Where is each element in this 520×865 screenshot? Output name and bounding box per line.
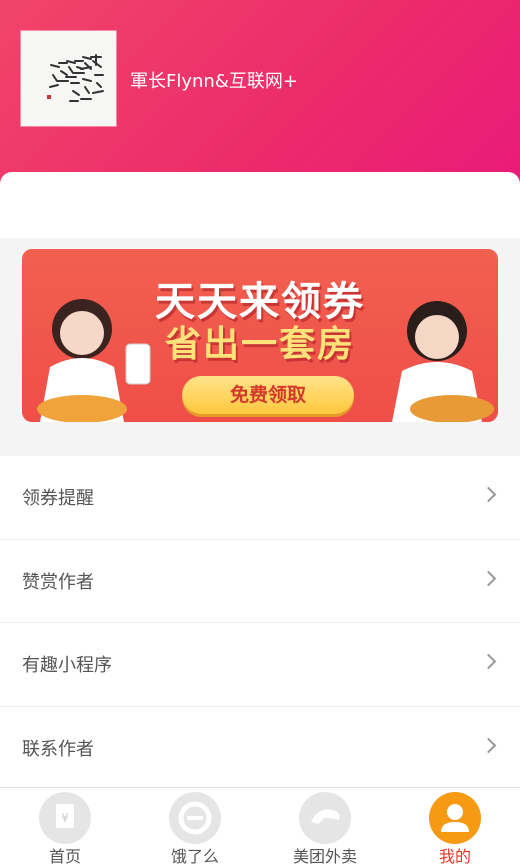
- menu-item-coupon-reminder[interactable]: 领券提醒: [0, 456, 520, 540]
- eleme-icon: [169, 792, 221, 844]
- chevron-right-icon: [480, 737, 497, 753]
- menu-list: 领券提醒 赞赏作者 有趣小程序 联系作者: [0, 456, 520, 790]
- svg-text:¥: ¥: [61, 811, 69, 825]
- tab-label: 我的: [438, 847, 471, 865]
- menu-item-label: 有趣小程序: [22, 655, 112, 676]
- calligraphy-avatar-icon: [21, 31, 116, 126]
- menu-item-label: 联系作者: [22, 738, 94, 760]
- meituan-icon: [299, 792, 351, 844]
- coupon-banner[interactable]: 天天来领券 省出一套房 免费领取: [22, 249, 498, 422]
- chevron-right-icon: [480, 486, 497, 503]
- coupon-icon: ¥: [39, 792, 91, 844]
- menu-item-tip-author[interactable]: 赞赏作者: [0, 540, 520, 623]
- menu-item-label: 赞赏作者: [22, 571, 94, 593]
- chevron-right-icon: [480, 570, 497, 586]
- avatar[interactable]: [21, 31, 116, 126]
- menu-item-label: 领券提醒: [22, 488, 94, 509]
- user-icon: [429, 792, 481, 844]
- tab-eleme[interactable]: 饿了么: [130, 788, 260, 865]
- banner-subtitle: 省出一套房: [164, 324, 355, 365]
- tab-label: 美团外卖: [292, 847, 357, 865]
- banner-section: 天天来领券 省出一套房 免费领取: [0, 238, 520, 456]
- tab-home[interactable]: ¥ 首页: [0, 788, 130, 865]
- tab-meituan[interactable]: 美团外卖: [260, 788, 390, 865]
- chevron-right-icon: [480, 653, 497, 670]
- tab-label: 饿了么: [170, 847, 219, 865]
- profile-card: [0, 172, 520, 238]
- user-name: 軍长Flynn&互联网+: [130, 71, 298, 92]
- tab-label: 首页: [48, 847, 81, 865]
- tab-mine[interactable]: 我的: [390, 788, 520, 865]
- tab-bar: ¥ 首页 饿了么 美团外卖 我的: [0, 787, 520, 865]
- menu-item-contact-author[interactable]: 联系作者: [0, 707, 520, 790]
- free-claim-button[interactable]: 免费领取: [182, 376, 354, 414]
- menu-item-mini-programs[interactable]: 有趣小程序: [0, 623, 520, 707]
